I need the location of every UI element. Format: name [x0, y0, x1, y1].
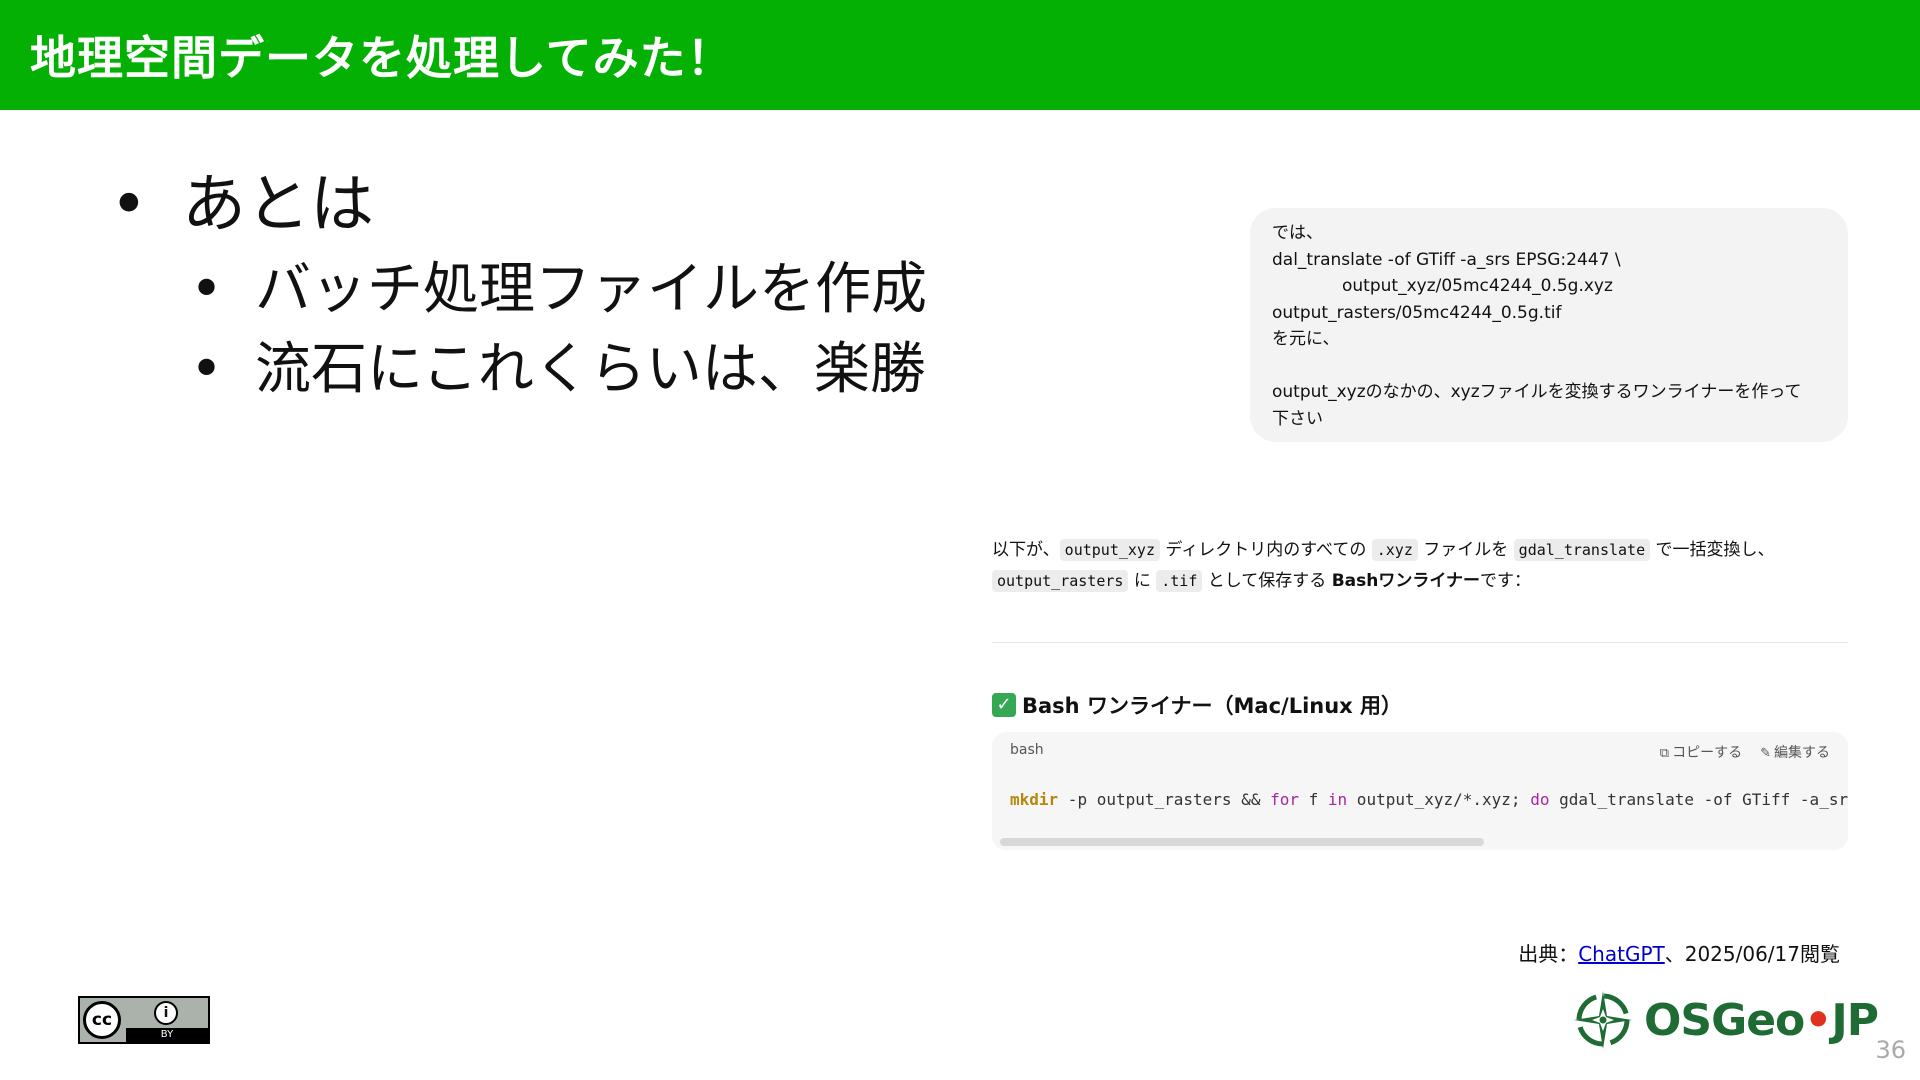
osgeo-jp-text: OSGeo•JP [1644, 994, 1879, 1046]
slide-title: 地理空間データを処理してみた！ [30, 31, 734, 85]
copy-button[interactable]: ⧉ コピーする [1660, 742, 1742, 762]
assistant-answer: 以下が、 output_xyz ディレクトリ内のすべての .xyz ファイルを g… [992, 535, 1848, 597]
code-token: -p output_rasters && [1058, 790, 1271, 809]
by-label: BY [126, 1028, 208, 1042]
code-language-label: bash [1010, 742, 1044, 758]
source-suffix: 、2025/06/17閲覧 [1664, 942, 1840, 966]
sub-bullet-list: • バッチ処理ファイルを作成 • 流石にこれくらいは、楽勝 [110, 250, 927, 410]
prompt-line: では、 [1272, 223, 1323, 243]
code-block: bash ⧉ コピーする ✎ 編集する mkdir -p output_raster… [992, 732, 1848, 850]
sub-bullet: • 流石にこれくらいは、楽勝 [110, 330, 927, 410]
prompt-line: 下さい [1272, 408, 1323, 429]
prompt-line: dal_translate -of GTiff -a_srs EPSG:2447… [1272, 249, 1621, 270]
inline-code: output_xyz [1059, 539, 1160, 561]
prompt-blank-line [1272, 353, 1801, 380]
edit-button-label: 編集する [1774, 745, 1830, 761]
prompt-line: output_rasters/05mc4244_0.5g.tif [1272, 302, 1562, 323]
cc-by-license-badge: cc i BY [78, 996, 210, 1044]
bullet-dot: • [110, 168, 148, 242]
answer-text: で一括変換し、 [1650, 540, 1775, 560]
answer-text: 以下が、 [992, 540, 1060, 560]
bullet-main-text: あとは [182, 168, 374, 242]
horizontal-scrollbar[interactable] [1000, 838, 1484, 846]
slide-header: 地理空間データを処理してみた！ [0, 0, 1920, 110]
inline-code: gdal_translate [1513, 539, 1651, 561]
code-token: do [1530, 790, 1550, 809]
sub-bullet-text: 流石にこれくらいは、楽勝 [255, 337, 926, 402]
bullet-main: • あとは [110, 160, 927, 250]
copy-icon: ⧉ [1659, 746, 1670, 761]
prompt-line: を元に、 [1272, 329, 1340, 349]
code-token: output_xyz/*.xyz; [1347, 790, 1531, 809]
osgeo-jp-logo: OSGeo•JP [1570, 987, 1879, 1053]
cc-icon: cc [83, 1001, 121, 1039]
copy-button-label: コピーする [1672, 745, 1743, 761]
page-number: 36 [1875, 1036, 1906, 1064]
code-token: mkdir [1010, 790, 1059, 809]
answer-text: ファイルを [1417, 540, 1514, 560]
prompt-line: output_xyz/05mc4244_0.5g.xyz [1342, 276, 1613, 296]
logo-dot: • [1804, 994, 1832, 1046]
inline-code: output_rasters [992, 570, 1129, 592]
answer-text: です： [1480, 571, 1531, 591]
check-icon: ✓ [992, 693, 1016, 717]
code-section-heading: ✓ Bash ワンライナー（Mac/Linux 用） [992, 690, 1402, 720]
user-prompt-bubble: では、 dal_translate -of GTiff -a_srs EPSG:… [1250, 208, 1848, 442]
code-section-heading-text: Bash ワンライナー（Mac/Linux 用） [1022, 694, 1403, 718]
divider [992, 642, 1848, 643]
sub-bullet-text: バッチ処理ファイルを作成 [255, 257, 927, 322]
answer-text: に [1128, 571, 1157, 591]
bullet-dot: • [190, 337, 224, 402]
bullet-dot: • [190, 257, 224, 322]
sub-bullet: • バッチ処理ファイルを作成 [110, 250, 927, 330]
attribution-icon: i [154, 1001, 178, 1025]
code-token: f [1299, 790, 1328, 809]
answer-text: ディレクトリ内のすべての [1159, 540, 1372, 560]
code-actions: ⧉ コピーする ✎ 編集する [1660, 742, 1830, 762]
prompt-line: output_xyzのなかの、xyzファイルを変換するワンライナーを作って [1272, 382, 1802, 402]
inline-code: .tif [1156, 570, 1203, 592]
pencil-icon: ✎ [1760, 746, 1771, 761]
source-citation: 出典：ChatGPT、2025/06/17閲覧 [1518, 938, 1840, 967]
inline-code: .xyz [1371, 539, 1418, 561]
compass-logo-icon [1574, 991, 1632, 1049]
answer-text: として保存する [1202, 571, 1332, 591]
answer-bold-text: Bashワンライナー [1331, 571, 1480, 591]
code-token: for [1270, 790, 1299, 809]
source-prefix: 出典： [1518, 942, 1579, 966]
code-token: gdal_translate -of GTiff -a_srs [1549, 790, 1848, 809]
code-line: mkdir -p output_rasters && for f in outp… [1010, 790, 1848, 809]
bullet-list: • あとは • バッチ処理ファイルを作成 • 流石にこれくらいは、楽勝 [110, 160, 927, 410]
code-token: in [1327, 790, 1348, 809]
logo-text: JP [1831, 994, 1879, 1046]
chatgpt-link[interactable]: ChatGPT [1578, 942, 1665, 966]
edit-button[interactable]: ✎ 編集する [1760, 742, 1830, 762]
logo-text: OSGeo [1644, 994, 1805, 1046]
